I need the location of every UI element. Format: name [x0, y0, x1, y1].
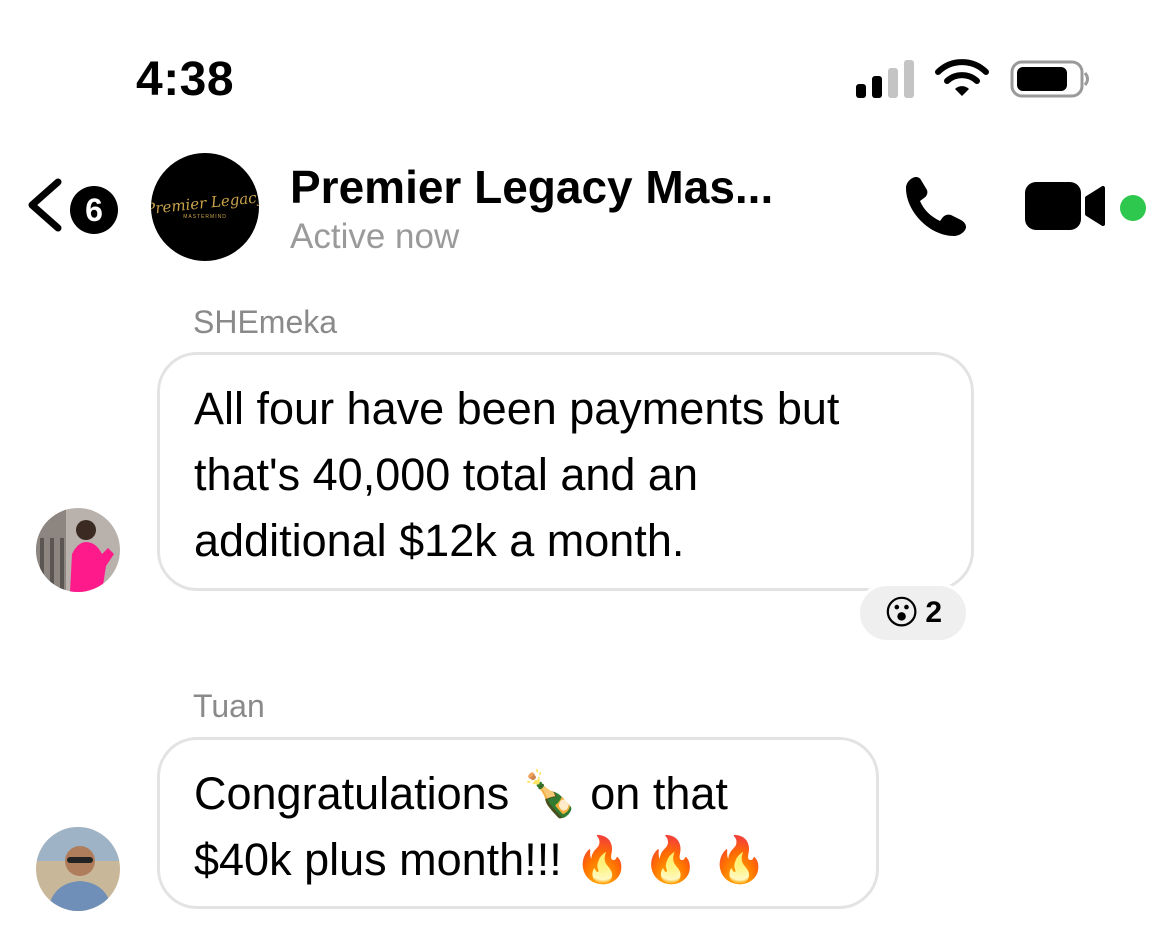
- chat-active-status: Active now: [290, 217, 460, 256]
- message-text-line: additional $12k a month.: [194, 515, 685, 566]
- battery-icon: [1010, 60, 1089, 98]
- message-reaction[interactable]: 😮 2: [857, 583, 969, 643]
- unread-count-badge[interactable]: 6: [70, 186, 118, 234]
- cellular-signal-icon: [856, 60, 914, 98]
- message-text-line: Congratulations 🍾 on that: [194, 761, 842, 827]
- sender-avatar[interactable]: [36, 508, 120, 592]
- fire-icon: 🔥: [642, 833, 699, 886]
- fire-icon: 🔥: [711, 833, 768, 886]
- message-bubble[interactable]: Congratulations 🍾 on that $40k plus mont…: [157, 737, 879, 909]
- chat-title[interactable]: Premier Legacy Mas...: [290, 160, 773, 214]
- status-time: 4:38: [136, 53, 235, 106]
- message-sender: SHEmeka: [193, 304, 338, 340]
- reaction-count: 2: [925, 596, 943, 629]
- message-text: on that: [590, 768, 728, 819]
- wifi-icon: [935, 59, 989, 96]
- message-sender: Tuan: [193, 688, 265, 724]
- message-text-line: that's 40,000 total and an: [194, 449, 698, 500]
- back-chevron-icon[interactable]: [24, 176, 66, 234]
- fire-icon: 🔥: [574, 833, 631, 886]
- message-text: Congratulations: [194, 768, 510, 819]
- surprised-face-icon: 😮: [883, 593, 920, 633]
- online-indicator: [1120, 195, 1146, 221]
- message-text-line: All four have been payments but: [194, 383, 840, 434]
- avatar-logo-subtext: MASTERMIND: [183, 214, 227, 220]
- message-text-line: $40k plus month!!! 🔥 🔥 🔥: [194, 827, 842, 893]
- group-avatar[interactable]: Premier Legacy MASTERMIND: [151, 153, 259, 261]
- champagne-icon: 🍾: [521, 767, 578, 820]
- message-text: $40k plus month!!!: [194, 834, 562, 885]
- video-call-icon[interactable]: [1025, 180, 1109, 232]
- sender-avatar[interactable]: [36, 827, 120, 911]
- phone-call-icon[interactable]: [902, 174, 970, 240]
- message-bubble[interactable]: All four have been payments but that's 4…: [157, 352, 974, 591]
